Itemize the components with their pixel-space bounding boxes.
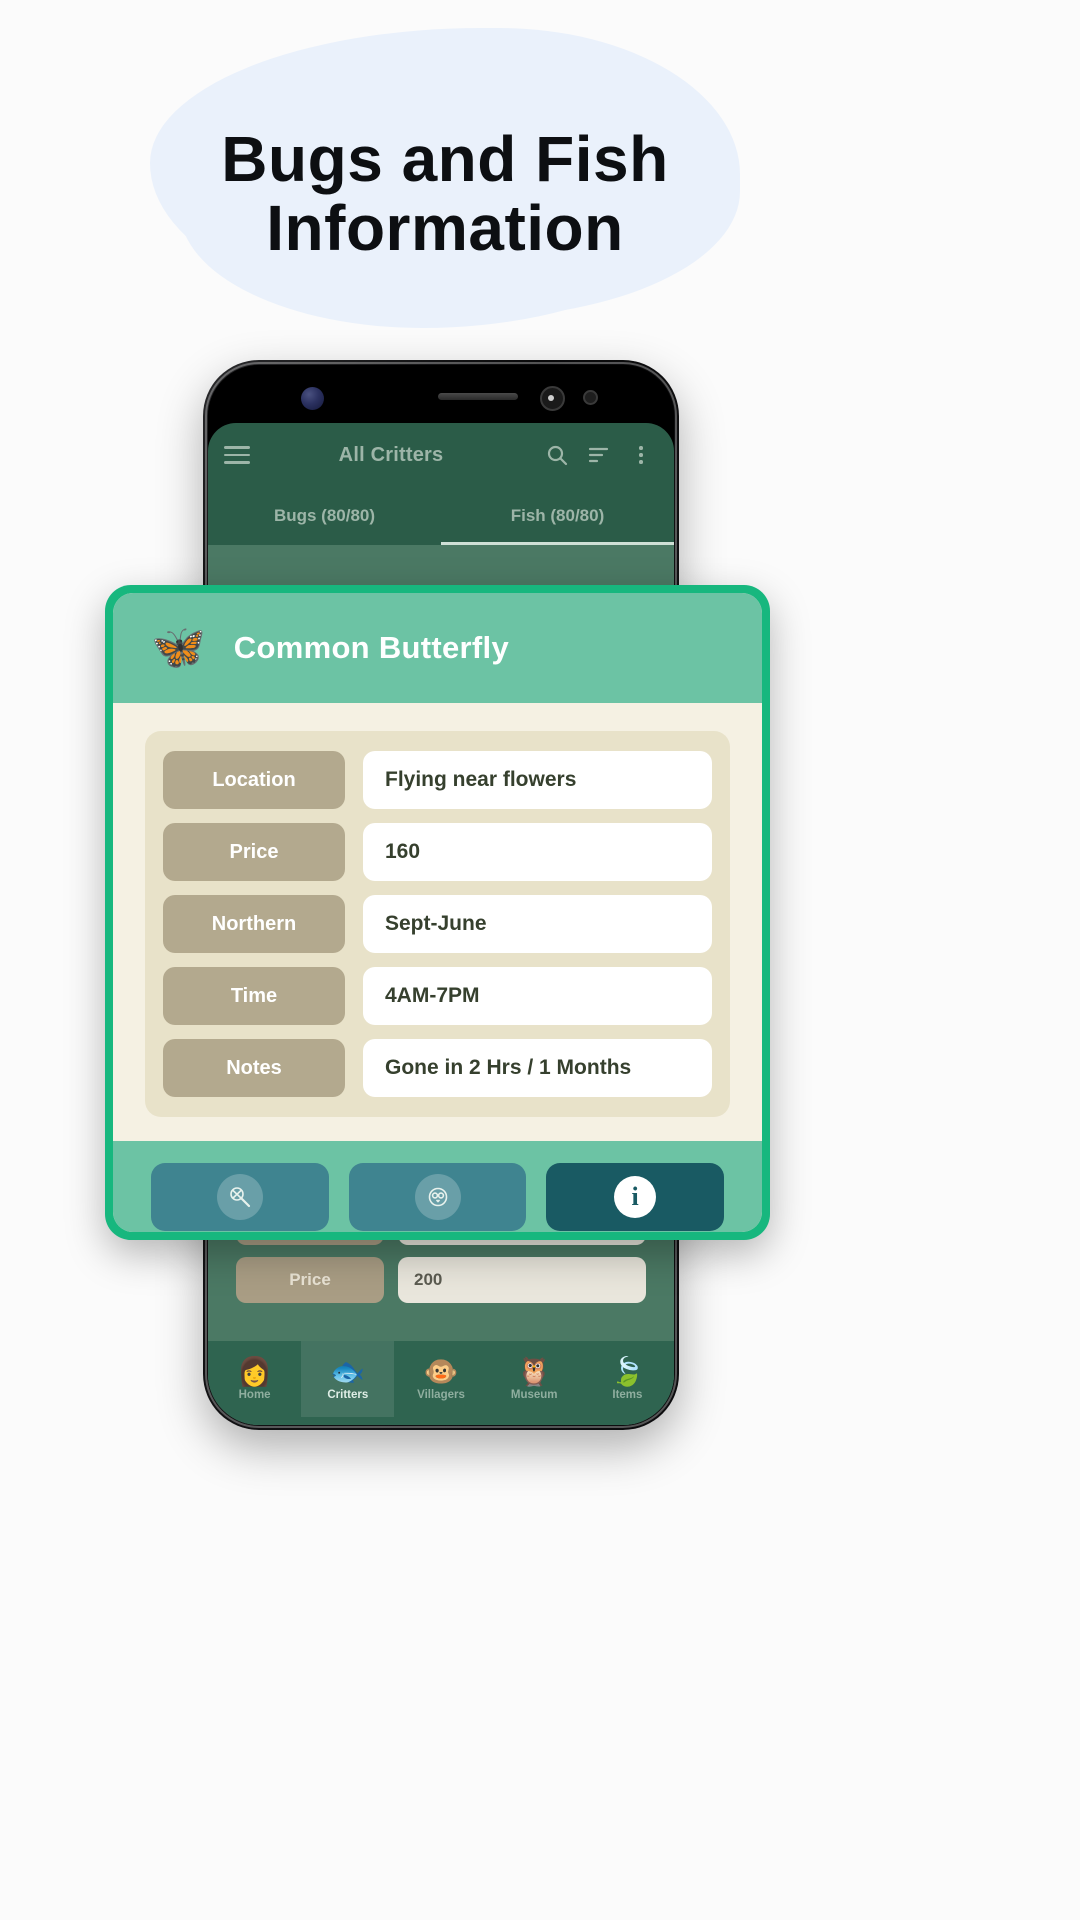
iris-scanner-icon: [540, 386, 565, 411]
owl-icon: [414, 1174, 461, 1220]
row-value-northern: Sept-June: [363, 895, 712, 953]
table-row: Time 4AM-7PM: [163, 967, 712, 1025]
museum-owl-button[interactable]: [348, 1163, 527, 1231]
front-camera-icon: [301, 387, 324, 410]
row-label-notes: Notes: [163, 1039, 345, 1097]
info-icon: i: [614, 1176, 657, 1218]
proximity-sensor-icon: [583, 390, 598, 405]
headline-line-1: Bugs and Fish: [221, 122, 669, 195]
row-value-price: 160: [363, 823, 712, 881]
row-label-location: Location: [163, 751, 345, 809]
page-title: Bugs and Fish Information: [150, 28, 740, 318]
toolbar-title: All Critters: [338, 443, 444, 466]
sort-icon[interactable]: [582, 438, 616, 472]
bottom-navigation: 👩 Home 🐟 Critters 🐵 Villagers 🦉 Museum 🍃…: [208, 1341, 674, 1425]
app-toolbar: All Critters: [208, 423, 674, 487]
table-row: Price 160: [163, 823, 712, 881]
home-icon: 👩: [237, 1355, 273, 1387]
dialog-body: Location Flying near flowers Price 160 N…: [113, 703, 762, 1141]
dialog-title: Common Butterfly: [233, 630, 509, 665]
nav-label: Museum: [510, 1388, 558, 1401]
headline-line-2: Information: [266, 192, 624, 264]
catch-net-button[interactable]: [151, 1163, 329, 1231]
nav-label: Critters: [327, 1388, 369, 1401]
detail-table: Location Flying near flowers Price 160 N…: [145, 731, 730, 1117]
phone-camera-strip: [208, 365, 674, 423]
row-label-price: Price: [163, 823, 345, 881]
row-label-price: Price: [236, 1257, 384, 1303]
dialog-inner: 🦋 Common Butterfly Location Flying near …: [113, 593, 762, 1232]
headline-blob: Bugs and Fish Information: [150, 28, 740, 328]
tab-fish[interactable]: Fish (80/80): [441, 487, 674, 545]
hamburger-menu-icon[interactable]: [224, 446, 250, 464]
nav-label: Items: [612, 1388, 643, 1401]
row-value-time: 4AM-7PM: [363, 967, 712, 1025]
nav-item-items[interactable]: 🍃 Items: [581, 1341, 674, 1417]
table-row: Northern Sept-June: [163, 895, 712, 953]
row-label-time: Time: [163, 967, 345, 1025]
nav-item-villagers[interactable]: 🐵 Villagers: [394, 1341, 487, 1417]
nav-label: Villagers: [417, 1388, 465, 1401]
nav-item-home[interactable]: 👩 Home: [208, 1341, 301, 1417]
dialog-footer: i: [113, 1141, 762, 1232]
table-row: Location Flying near flowers: [163, 751, 712, 809]
owl-icon: 🦉: [516, 1355, 552, 1387]
row-value-location: Flying near flowers: [363, 751, 712, 809]
villager-icon: 🐵: [423, 1355, 459, 1387]
nav-item-museum[interactable]: 🦉 Museum: [488, 1341, 581, 1417]
table-row: Notes Gone in 2 Hrs / 1 Months: [163, 1039, 712, 1097]
earpiece-speaker-icon: [438, 393, 518, 400]
search-icon[interactable]: [540, 438, 574, 472]
net-icon: [216, 1174, 263, 1220]
leaf-icon: 🍃: [609, 1355, 645, 1387]
critter-detail-dialog: 🦋 Common Butterfly Location Flying near …: [105, 585, 770, 1240]
tab-bugs[interactable]: Bugs (80/80): [208, 487, 441, 545]
nav-label: Home: [238, 1388, 271, 1401]
row-value-price: 200: [398, 1257, 646, 1303]
table-row: Price 200: [236, 1257, 646, 1303]
info-button[interactable]: i: [546, 1163, 725, 1231]
butterfly-icon: 🦋: [151, 623, 206, 672]
critter-tabs: Bugs (80/80) Fish (80/80): [208, 487, 674, 545]
row-value-notes: Gone in 2 Hrs / 1 Months: [363, 1039, 712, 1097]
row-label-northern: Northern: [163, 895, 345, 953]
fish-icon: 🐟: [330, 1355, 366, 1387]
dialog-header: 🦋 Common Butterfly: [113, 593, 762, 703]
more-vertical-icon[interactable]: [624, 438, 658, 472]
nav-item-critters[interactable]: 🐟 Critters: [301, 1341, 395, 1417]
